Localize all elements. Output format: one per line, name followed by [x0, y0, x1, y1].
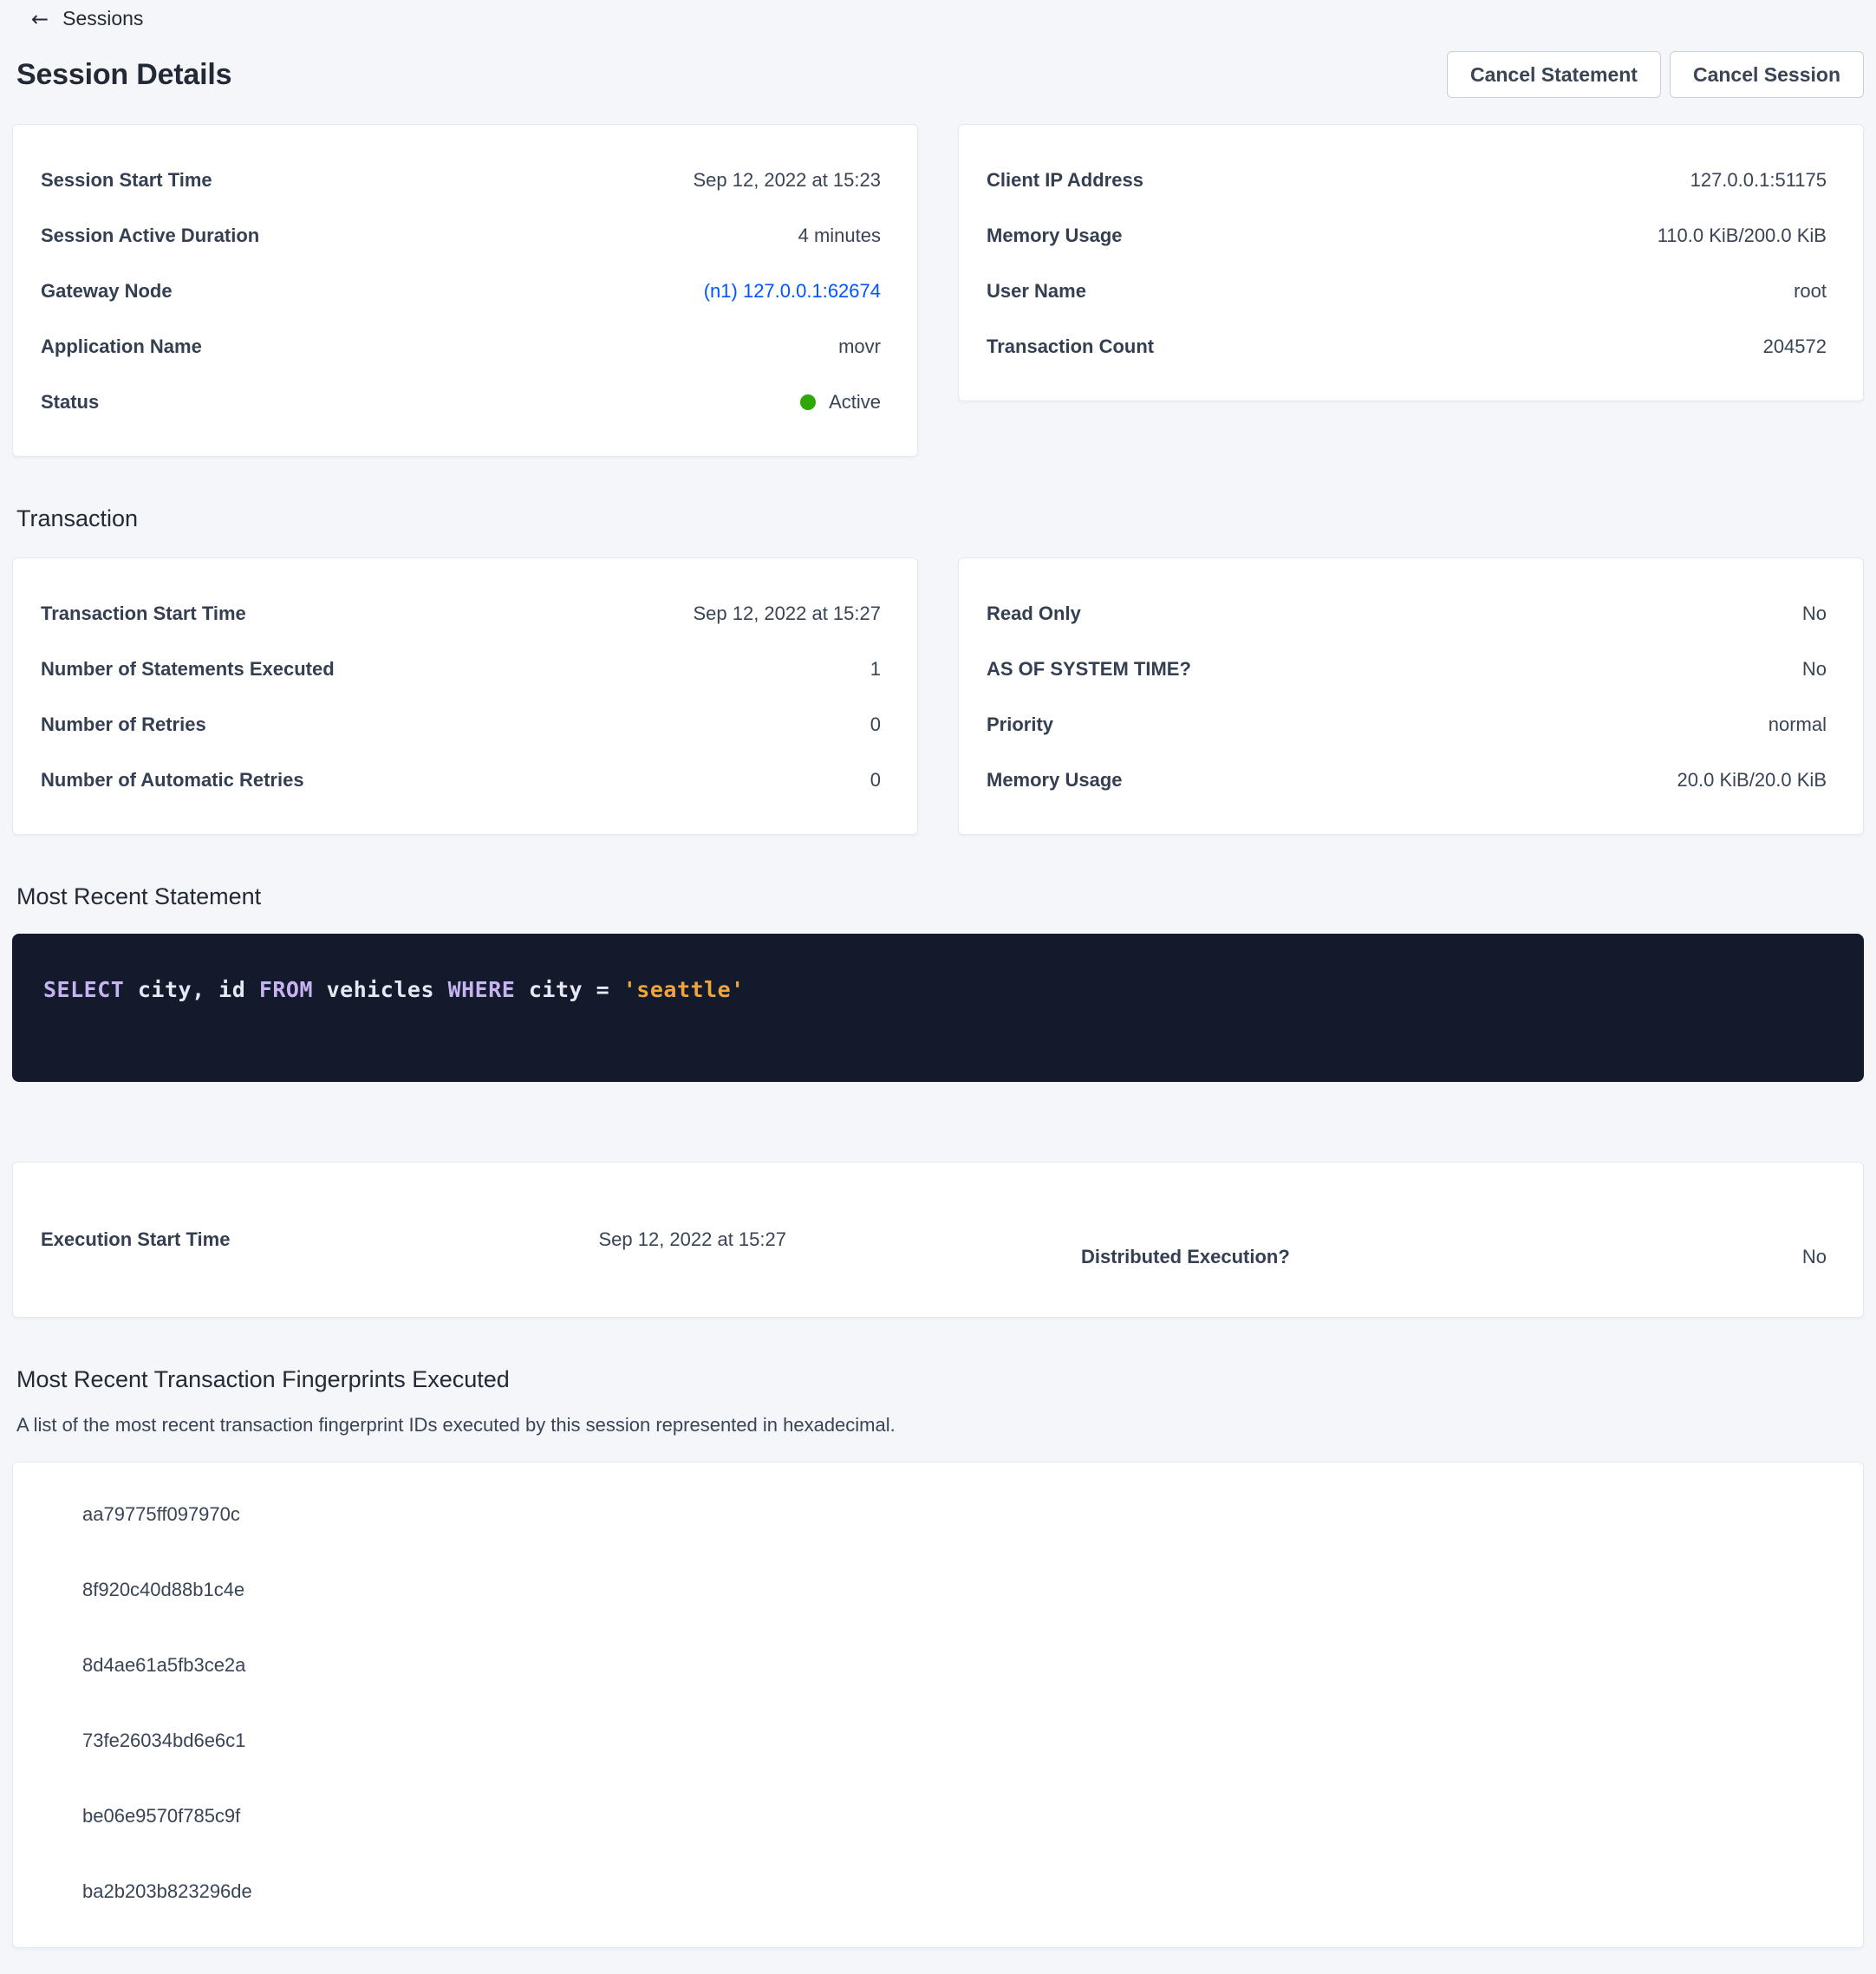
fingerprints-description: A list of the most recent transaction fi…: [16, 1413, 1864, 1437]
fingerprints-section-title: Most Recent Transaction Fingerprints Exe…: [16, 1365, 1864, 1394]
read-only-value: No: [1802, 603, 1827, 624]
application-name-label: Application Name: [41, 336, 202, 357]
retries-label: Number of Retries: [41, 714, 206, 735]
fingerprint-item: 8d4ae61a5fb3ce2a: [82, 1655, 1827, 1676]
status-label: Status: [41, 392, 99, 413]
status-badge: Active: [800, 392, 881, 413]
fingerprints-card: aa79775ff097970c 8f920c40d88b1c4e 8d4ae6…: [12, 1462, 1864, 1948]
statements-executed-label: Number of Statements Executed: [41, 659, 335, 680]
automatic-retries-value: 0: [870, 770, 881, 791]
transaction-memory-usage-value: 20.0 KiB/20.0 KiB: [1677, 770, 1827, 791]
statements-executed-row: Number of Statements Executed 1: [41, 659, 881, 680]
breadcrumb-back-sessions[interactable]: ← Sessions: [12, 0, 143, 30]
cancel-statement-button[interactable]: Cancel Statement: [1447, 51, 1661, 98]
gateway-node-label: Gateway Node: [41, 281, 173, 302]
read-only-label: Read Only: [987, 603, 1081, 624]
application-name-row: Application Name movr: [41, 336, 881, 357]
session-memory-usage-label: Memory Usage: [987, 225, 1123, 246]
fingerprint-item: aa79775ff097970c: [82, 1504, 1827, 1525]
session-memory-usage-row: Memory Usage 110.0 KiB/200.0 KiB: [987, 225, 1827, 246]
user-name-label: User Name: [987, 281, 1086, 302]
automatic-retries-row: Number of Automatic Retries 0: [41, 770, 881, 791]
user-name-value: root: [1794, 281, 1827, 302]
session-start-time-row: Session Start Time Sep 12, 2022 at 15:23: [41, 170, 881, 191]
execution-start-time-label: Execution Start Time: [41, 1229, 230, 1250]
automatic-retries-label: Number of Automatic Retries: [41, 770, 304, 791]
session-details-page: ← Sessions Session Details Cancel Statem…: [0, 0, 1876, 1974]
transaction-count-value: 204572: [1763, 336, 1827, 357]
session-active-duration-label: Session Active Duration: [41, 225, 259, 246]
session-summary-section: Session Start Time Sep 12, 2022 at 15:23…: [12, 124, 1864, 457]
page-title: Session Details: [16, 58, 231, 92]
application-name-value: movr: [838, 336, 881, 357]
execution-start-time-value: Sep 12, 2022 at 15:27: [598, 1229, 786, 1250]
sql-statement-box: SELECT city, id FROM vehicles WHERE city…: [12, 934, 1864, 1082]
session-active-duration-row: Session Active Duration 4 minutes: [41, 225, 881, 246]
transaction-start-time-value: Sep 12, 2022 at 15:27: [693, 603, 881, 624]
transaction-section: Transaction Start Time Sep 12, 2022 at 1…: [12, 557, 1864, 835]
transaction-memory-usage-row: Memory Usage 20.0 KiB/20.0 KiB: [987, 770, 1827, 791]
fingerprint-item: 8f920c40d88b1c4e: [82, 1580, 1827, 1600]
transaction-start-time-row: Transaction Start Time Sep 12, 2022 at 1…: [41, 603, 881, 624]
sql-text: city, id: [124, 977, 259, 1002]
transaction-count-label: Transaction Count: [987, 336, 1154, 357]
sql-string-literal: 'seattle': [623, 977, 745, 1002]
fingerprint-item: be06e9570f785c9f: [82, 1806, 1827, 1827]
sql-keyword: SELECT: [43, 977, 124, 1002]
transaction-count-row: Transaction Count 204572: [987, 336, 1827, 357]
session-start-time-label: Session Start Time: [41, 170, 212, 191]
status-row: Status Active: [41, 392, 881, 413]
distributed-execution-label: Distributed Execution?: [1081, 1247, 1290, 1267]
distributed-execution-value: No: [1802, 1247, 1827, 1267]
status-active-dot-icon: [800, 394, 816, 410]
client-ip-row: Client IP Address 127.0.0.1:51175: [987, 170, 1827, 191]
read-only-row: Read Only No: [987, 603, 1827, 624]
status-value: Active: [829, 392, 881, 413]
client-ip-value: 127.0.0.1:51175: [1690, 170, 1827, 191]
fingerprint-item: ba2b203b823296de: [82, 1881, 1827, 1902]
header-actions: Cancel Statement Cancel Session: [1447, 51, 1864, 98]
priority-row: Priority normal: [987, 714, 1827, 735]
client-ip-label: Client IP Address: [987, 170, 1143, 191]
retries-row: Number of Retries 0: [41, 714, 881, 735]
cancel-session-button[interactable]: Cancel Session: [1670, 51, 1864, 98]
sql-text: vehicles: [313, 977, 448, 1002]
as-of-system-time-value: No: [1802, 659, 1827, 680]
transaction-start-time-label: Transaction Start Time: [41, 603, 246, 624]
statement-section-title: Most Recent Statement: [16, 882, 1864, 911]
retries-value: 0: [870, 714, 881, 735]
transaction-section-title: Transaction: [16, 504, 1864, 533]
back-arrow-icon: ←: [31, 9, 49, 29]
page-header: Session Details Cancel Statement Cancel …: [12, 51, 1864, 98]
priority-label: Priority: [987, 714, 1053, 735]
statements-executed-value: 1: [870, 659, 881, 680]
distributed-execution-row: Distributed Execution? No: [1081, 1247, 1827, 1267]
user-name-row: User Name root: [987, 281, 1827, 302]
gateway-node-link[interactable]: (n1) 127.0.0.1:62674: [704, 280, 881, 302]
session-memory-usage-value: 110.0 KiB/200.0 KiB: [1658, 225, 1827, 246]
transaction-memory-usage-label: Memory Usage: [987, 770, 1123, 791]
breadcrumb-label: Sessions: [62, 7, 143, 30]
sql-keyword: WHERE: [448, 977, 516, 1002]
session-summary-card-left: Session Start Time Sep 12, 2022 at 15:23…: [12, 124, 918, 457]
execution-details-card: Execution Start Time Sep 12, 2022 at 15:…: [12, 1162, 1864, 1318]
priority-value: normal: [1769, 714, 1827, 735]
execution-start-time-row: Execution Start Time Sep 12, 2022 at 15:…: [41, 1212, 786, 1267]
session-summary-card-right: Client IP Address 127.0.0.1:51175 Memory…: [958, 124, 1864, 401]
fingerprint-item: 73fe26034bd6e6c1: [82, 1730, 1827, 1751]
transaction-card-left: Transaction Start Time Sep 12, 2022 at 1…: [12, 557, 918, 835]
gateway-node-row: Gateway Node (n1) 127.0.0.1:62674: [41, 281, 881, 302]
transaction-card-right: Read Only No AS OF SYSTEM TIME? No Prior…: [958, 557, 1864, 835]
session-start-time-value: Sep 12, 2022 at 15:23: [693, 170, 881, 191]
sql-text: city =: [515, 977, 622, 1002]
as-of-system-time-row: AS OF SYSTEM TIME? No: [987, 659, 1827, 680]
sql-keyword: FROM: [259, 977, 313, 1002]
session-active-duration-value: 4 minutes: [798, 225, 881, 246]
as-of-system-time-label: AS OF SYSTEM TIME?: [987, 659, 1191, 680]
